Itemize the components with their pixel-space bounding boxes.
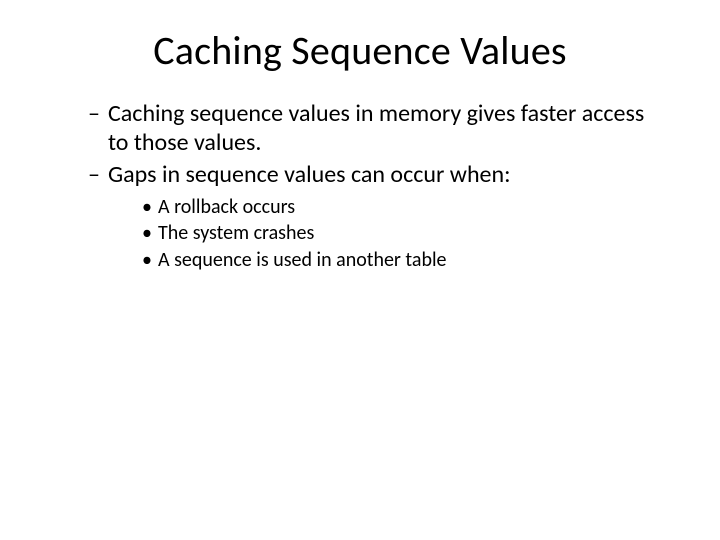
bullet-list-level2: A rollback occurs The system crashes A s… <box>108 195 660 274</box>
bullet-text: The system crashes <box>158 221 314 245</box>
list-item: Caching sequence values in memory gives … <box>88 99 660 158</box>
list-item: A rollback occurs <box>142 195 660 221</box>
bullet-text: A rollback occurs <box>158 195 295 219</box>
bullet-text: Gaps in sequence values can occur when: <box>108 160 511 189</box>
slide-title: Caching Sequence Values <box>60 26 660 75</box>
list-item: Gaps in sequence values can occur when: … <box>88 160 660 274</box>
list-item: The system crashes <box>142 221 660 247</box>
bullet-text: A sequence is used in another table <box>158 248 447 272</box>
bullet-text: Caching sequence values in memory gives … <box>108 99 644 157</box>
list-item: A sequence is used in another table <box>142 248 660 274</box>
bullet-list-level1: Caching sequence values in memory gives … <box>60 99 660 274</box>
slide: Caching Sequence Values Caching sequence… <box>0 0 720 540</box>
